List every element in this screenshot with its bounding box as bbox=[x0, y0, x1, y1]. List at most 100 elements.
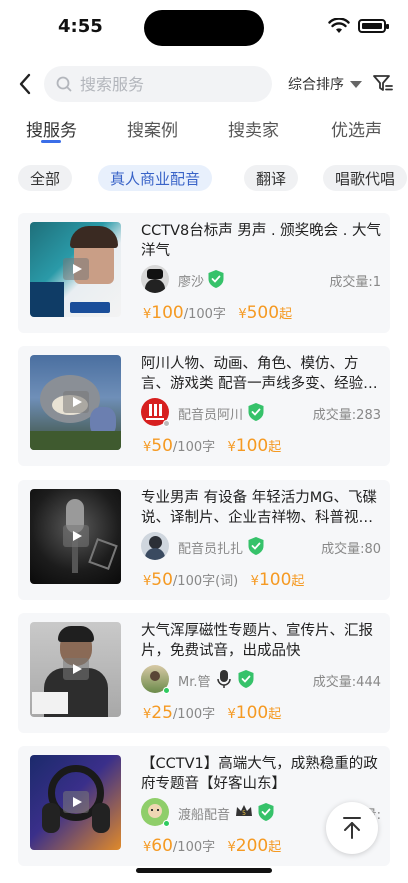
seller-row[interactable]: 配音员阿川 成交量:283 bbox=[141, 398, 381, 427]
video-thumbnail[interactable] bbox=[30, 222, 121, 317]
verified-shield-icon bbox=[258, 803, 274, 821]
price-row: ¥50/100字(词) ¥100起 bbox=[143, 570, 305, 590]
caret-down-icon bbox=[350, 80, 362, 88]
online-dot bbox=[163, 687, 170, 694]
seller-name: 配音员扎扎 bbox=[178, 542, 244, 557]
status-bar: 4:55 bbox=[0, 0, 408, 52]
service-title: 【CCTV1】高端大气，成熟稳重的政府专题音【好客山东】 bbox=[141, 756, 378, 792]
tab-featured-voices[interactable]: 优选声 bbox=[331, 116, 382, 141]
price-unit: /100字 bbox=[172, 440, 216, 455]
back-to-top-icon bbox=[343, 817, 361, 839]
avatar[interactable] bbox=[141, 532, 169, 560]
search-icon bbox=[56, 76, 72, 92]
price-suffix: 起 bbox=[268, 440, 282, 455]
price-suffix: 起 bbox=[268, 840, 282, 855]
price-per-unit: 50 bbox=[151, 570, 173, 590]
price-unit: /100字 bbox=[172, 840, 216, 855]
sort-dropdown[interactable]: 综合排序 bbox=[288, 74, 362, 94]
avatar[interactable] bbox=[141, 265, 169, 293]
video-thumbnail[interactable] bbox=[30, 622, 121, 717]
play-icon[interactable] bbox=[63, 791, 89, 813]
seller-name: 廖沙 bbox=[178, 275, 205, 290]
deal-count: 成交量:1 bbox=[329, 275, 381, 290]
seller-name: 渡船配音 bbox=[178, 808, 231, 823]
play-icon[interactable] bbox=[63, 658, 89, 680]
price-row: ¥25/100字 ¥100起 bbox=[143, 703, 282, 723]
price-per-unit: 100 bbox=[151, 303, 184, 323]
crown-level-icon: 5 bbox=[236, 805, 252, 817]
price-unit: /100字 bbox=[183, 307, 226, 322]
service-title: 大气浑厚磁性专题片、宣传片、汇报片，免费试音，出成品快 bbox=[141, 623, 373, 659]
chip-translation[interactable]: 翻译 bbox=[244, 165, 299, 191]
dynamic-island bbox=[144, 10, 264, 46]
price-per-unit: 60 bbox=[151, 836, 173, 856]
price-row: ¥100/100字 ¥500起 bbox=[143, 303, 293, 323]
microphone-icon bbox=[217, 670, 231, 688]
price-per-unit: 50 bbox=[151, 436, 173, 456]
price-per-unit: 25 bbox=[151, 703, 173, 723]
verified-shield-icon bbox=[208, 270, 224, 288]
price-minimum: 200 bbox=[235, 836, 269, 856]
price-unit: /100字(词) bbox=[172, 574, 239, 589]
price-row: ¥50/100字 ¥100起 bbox=[143, 436, 282, 456]
status-time: 4:55 bbox=[58, 16, 103, 37]
status-icons bbox=[328, 18, 389, 34]
deal-count: 成交量:283 bbox=[312, 408, 381, 423]
chip-all[interactable]: 全部 bbox=[18, 165, 73, 191]
filter-icon[interactable] bbox=[372, 72, 394, 94]
seller-name: 配音员阿川 bbox=[178, 408, 244, 423]
price-suffix: 起 bbox=[279, 307, 293, 322]
service-card[interactable]: 大气浑厚磁性专题片、宣传片、汇报片，免费试音，出成品快 Mr.管 成交量:444… bbox=[18, 613, 390, 733]
search-input[interactable] bbox=[80, 74, 250, 94]
play-icon[interactable] bbox=[63, 525, 89, 547]
deal-count: 成交量:444 bbox=[312, 675, 381, 690]
status-dot bbox=[163, 420, 170, 427]
seller-row[interactable]: Mr.管 成交量:444 bbox=[141, 665, 381, 694]
price-suffix: 起 bbox=[268, 707, 282, 722]
service-title: 阿川人物、动画、角色、模仿、方言、游戏类 配音一声线多变、经验… bbox=[141, 356, 378, 392]
deal-count: 成交量:80 bbox=[321, 542, 381, 557]
tab-services[interactable]: 搜服务 bbox=[26, 116, 77, 141]
price-row: ¥60/100字 ¥200起 bbox=[143, 836, 282, 856]
search-type-tabs: 搜服务 搜案例 搜卖家 优选声 bbox=[0, 116, 408, 150]
price-suffix: 起 bbox=[291, 574, 305, 589]
sort-label: 综合排序 bbox=[288, 77, 344, 93]
chip-singing[interactable]: 唱歌代唱 bbox=[323, 165, 408, 191]
search-row: 综合排序 bbox=[0, 64, 408, 104]
video-thumbnail[interactable] bbox=[30, 355, 121, 450]
wifi-icon bbox=[328, 18, 350, 33]
seller-row[interactable]: 配音员扎扎 成交量:80 bbox=[141, 532, 381, 560]
price-minimum: 500 bbox=[246, 303, 280, 323]
service-title: 专业男声 有设备 年轻活力MG、飞碟说、译制片、企业吉祥物、科普视… bbox=[141, 490, 377, 526]
online-dot bbox=[163, 820, 170, 827]
price-minimum: 100 bbox=[235, 436, 269, 456]
category-chips: 全部 真人商业配音 翻译 唱歌代唱 bbox=[18, 165, 408, 193]
service-card[interactable]: 阿川人物、动画、角色、模仿、方言、游戏类 配音一声线多变、经验… 配音员阿川 成… bbox=[18, 346, 390, 466]
service-card[interactable]: 【CCTV1】高端大气，成熟稳重的政府专题音【好客山东】 渡船配音 5 成交量:… bbox=[18, 746, 390, 866]
video-thumbnail[interactable] bbox=[30, 755, 121, 850]
chevron-left-icon[interactable] bbox=[14, 70, 38, 98]
back-to-top-button[interactable] bbox=[326, 802, 378, 854]
search-box[interactable] bbox=[44, 66, 272, 102]
play-icon[interactable] bbox=[63, 391, 89, 413]
price-minimum: 100 bbox=[258, 570, 292, 590]
price-unit: /100字 bbox=[172, 707, 216, 722]
seller-name: Mr.管 bbox=[178, 675, 211, 690]
verified-shield-icon bbox=[248, 537, 264, 555]
home-indicator[interactable] bbox=[136, 868, 272, 873]
battery-icon bbox=[358, 19, 389, 33]
verified-shield-icon bbox=[248, 403, 264, 421]
verified-shield-icon bbox=[238, 670, 254, 688]
service-title: CCTV8台标声 男声 . 颁奖晚会 . 大气洋气 bbox=[141, 223, 381, 259]
chip-commercial-voice[interactable]: 真人商业配音 bbox=[98, 165, 213, 191]
play-icon[interactable] bbox=[63, 258, 89, 280]
svg-text:5: 5 bbox=[242, 810, 246, 817]
service-card[interactable]: CCTV8台标声 男声 . 颁奖晚会 . 大气洋气 廖沙 成交量:1 ¥100/… bbox=[18, 213, 390, 333]
tab-sellers[interactable]: 搜卖家 bbox=[228, 116, 279, 141]
video-thumbnail[interactable] bbox=[30, 489, 121, 584]
tab-cases[interactable]: 搜案例 bbox=[127, 116, 178, 141]
price-minimum: 100 bbox=[235, 703, 269, 723]
service-card[interactable]: 专业男声 有设备 年轻活力MG、飞碟说、译制片、企业吉祥物、科普视… 配音员扎扎… bbox=[18, 480, 390, 600]
active-tab-indicator bbox=[41, 140, 61, 143]
seller-row[interactable]: 廖沙 成交量:1 bbox=[141, 265, 381, 293]
